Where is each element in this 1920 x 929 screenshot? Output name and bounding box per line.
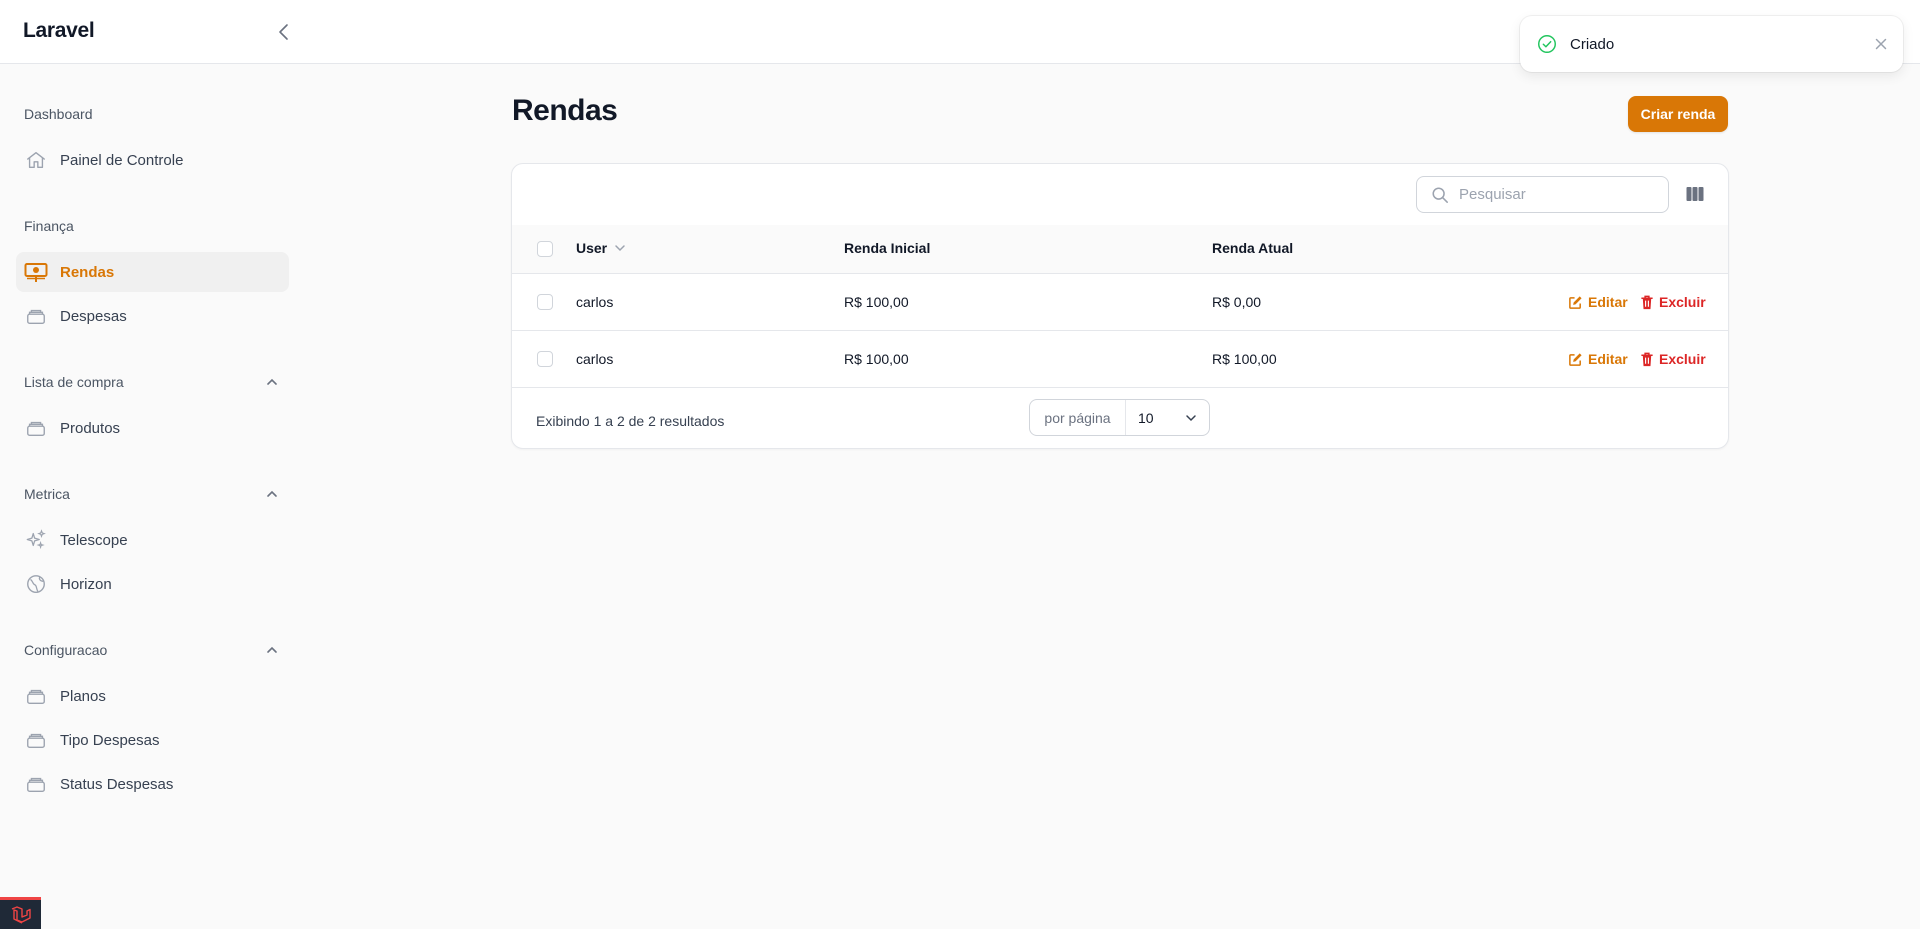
close-icon xyxy=(1875,38,1887,50)
table-row: carlos R$ 100,00 R$ 0,00 Editar Excluir xyxy=(512,274,1728,331)
globe-icon xyxy=(24,572,48,596)
group-label-dashboard: Dashboard xyxy=(24,106,93,122)
chevron-left-icon xyxy=(279,24,288,40)
toast-notification: Criado xyxy=(1520,16,1903,72)
per-page-select[interactable]: por página 10 xyxy=(1029,399,1210,436)
columns-icon xyxy=(1686,187,1704,201)
pagination-summary: Exibindo 1 a 2 de 2 resultados xyxy=(536,413,725,429)
table-toolbar xyxy=(512,164,1728,226)
per-page-dropdown[interactable]: 10 xyxy=(1126,400,1209,435)
toggle-columns-button[interactable] xyxy=(1686,186,1706,204)
delete-button[interactable]: Excluir xyxy=(1640,351,1706,367)
page-title: Rendas xyxy=(512,94,618,127)
per-page-value: 10 xyxy=(1138,409,1154,426)
sidebar-item-planos[interactable]: Planos xyxy=(16,676,289,716)
sidebar-item-telescope[interactable]: Telescope xyxy=(16,520,289,560)
sidebar-item-horizon[interactable]: Horizon xyxy=(16,564,289,604)
sidebar-item-despesas[interactable]: Despesas xyxy=(16,296,289,336)
row-checkbox[interactable] xyxy=(537,294,553,310)
search-field[interactable] xyxy=(1416,176,1669,213)
edit-button[interactable]: Editar xyxy=(1568,294,1628,310)
brand-logo[interactable]: Laravel xyxy=(23,19,95,43)
check-circle-icon xyxy=(1536,33,1558,55)
sidebar-item-painel[interactable]: Painel de Controle xyxy=(16,140,289,180)
sparkles-icon xyxy=(24,528,48,552)
banknotes-icon xyxy=(24,260,48,284)
column-header-renda-atual: Renda Atual xyxy=(1212,240,1294,256)
select-all-checkbox[interactable] xyxy=(537,241,553,257)
cell-renda-inicial: R$ 100,00 xyxy=(844,351,909,367)
group-label-configuracao[interactable]: Configuracao xyxy=(24,642,278,658)
search-input[interactable] xyxy=(1457,185,1651,204)
home-icon xyxy=(24,148,48,172)
create-renda-button[interactable]: Criar renda xyxy=(1628,96,1728,132)
chevron-up-icon xyxy=(267,490,277,497)
stack-icon xyxy=(24,728,48,752)
chevron-down-icon xyxy=(1186,414,1196,421)
stack-icon xyxy=(24,304,48,328)
stack-icon xyxy=(24,684,48,708)
toast-message: Criado xyxy=(1570,35,1615,53)
debugbar-toggle[interactable] xyxy=(0,897,41,929)
cell-renda-inicial: R$ 100,00 xyxy=(844,294,909,310)
cell-user: carlos xyxy=(576,351,614,367)
chevron-up-icon xyxy=(267,378,277,385)
sidebar-item-tipo-despesas[interactable]: Tipo Despesas xyxy=(16,720,289,760)
group-label-lista-compra[interactable]: Lista de compra xyxy=(24,374,278,390)
search-icon xyxy=(1431,186,1449,204)
row-checkbox[interactable] xyxy=(537,351,553,367)
close-toast-button[interactable] xyxy=(1875,38,1887,50)
column-header-user[interactable]: User xyxy=(576,240,626,256)
sidebar-item-rendas[interactable]: Rendas xyxy=(16,252,289,292)
cell-renda-atual: R$ 100,00 xyxy=(1212,351,1277,367)
table-header: User Renda Inicial Renda Atual xyxy=(512,225,1728,274)
chevron-down-icon xyxy=(615,245,625,252)
trash-icon xyxy=(1641,352,1653,366)
edit-button[interactable]: Editar xyxy=(1568,351,1628,367)
pencil-square-icon xyxy=(1569,295,1582,309)
chevron-up-icon xyxy=(267,646,277,653)
collapse-sidebar-button[interactable] xyxy=(272,20,296,44)
table-card: User Renda Inicial Renda Atual carlos R$… xyxy=(511,163,1729,449)
group-label-metrica[interactable]: Metrica xyxy=(24,486,278,502)
laravel-logo-icon xyxy=(11,905,31,924)
stack-icon xyxy=(24,772,48,796)
sidebar-item-produtos[interactable]: Produtos xyxy=(16,408,289,448)
sidebar-item-status-despesas[interactable]: Status Despesas xyxy=(16,764,289,804)
group-label-financa: Finança xyxy=(24,218,74,234)
column-header-renda-inicial: Renda Inicial xyxy=(844,240,931,256)
cell-user: carlos xyxy=(576,294,614,310)
trash-icon xyxy=(1641,295,1653,309)
stack-icon xyxy=(24,416,48,440)
delete-button[interactable]: Excluir xyxy=(1640,294,1706,310)
per-page-label: por página xyxy=(1030,400,1126,435)
pencil-square-icon xyxy=(1569,352,1582,366)
table-row: carlos R$ 100,00 R$ 100,00 Editar Exclui… xyxy=(512,331,1728,388)
cell-renda-atual: R$ 0,00 xyxy=(1212,294,1262,310)
